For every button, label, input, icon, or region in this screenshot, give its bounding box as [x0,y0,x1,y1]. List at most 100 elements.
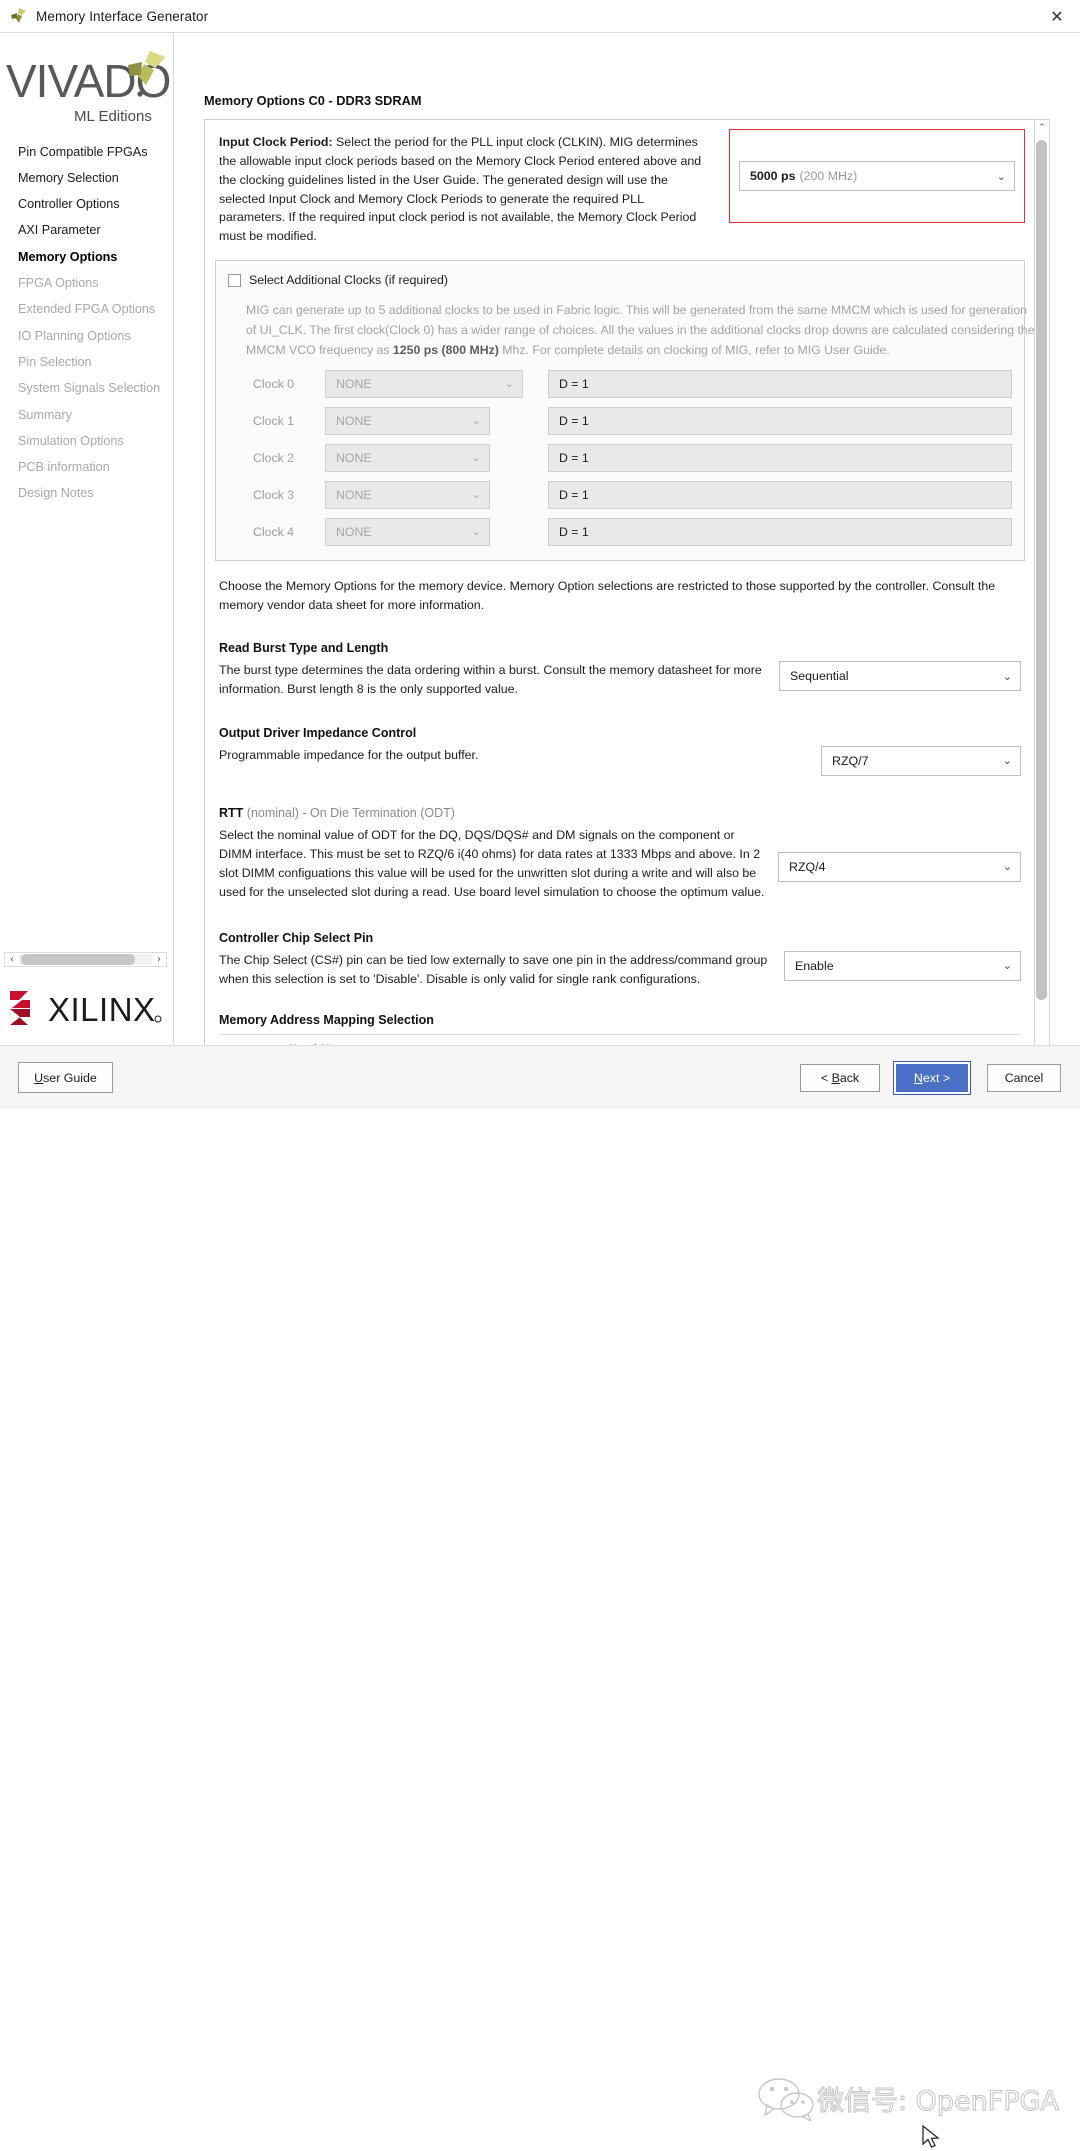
content-area: Memory Options C0 - DDR3 SDRAM Input Clo… [174,33,1080,1045]
rtt-nominal-select[interactable]: RZQ/4 ⌄ [778,852,1021,882]
sidebar-item-memory-options[interactable]: Memory Options [0,244,173,270]
scroll-up-icon[interactable]: ⌃ [1034,120,1050,136]
clock-4-value: NONE [336,525,372,539]
read-burst-description: The burst type determines the data order… [219,661,764,699]
clock-4-select: NONE ⌄ [325,518,490,546]
sidebar-item-system-signals-selection: System Signals Selection [0,376,173,402]
chevron-down-icon: ⌄ [472,414,481,427]
clock-3-value: NONE [336,488,372,502]
input-clock-period-description: Input Clock Period: Select the period fo… [215,129,715,246]
vivado-logo-icon [10,7,28,25]
clock-row-2: Clock 2 NONE ⌄ D = 1 [228,444,1012,472]
vertical-scroll-thumb[interactable] [1036,140,1047,1000]
window-titlebar: Memory Interface Generator ✕ [0,0,1080,33]
watermark-text: 微信号: OpenFPGA [817,2079,1059,2118]
additional-clocks-desc-part2: Mhz. For complete details on clocking of… [499,343,890,357]
additional-clocks-box: Select Additional Clocks (if required) M… [215,260,1025,561]
clock-2-divider-field: D = 1 [548,444,1012,472]
sidebar-item-memory-selection[interactable]: Memory Selection [0,165,173,191]
chevron-down-icon: ⌄ [472,525,481,538]
close-icon[interactable]: ✕ [1034,0,1080,33]
scroll-right-icon[interactable]: › [152,954,166,965]
clock-0-divider-field: D = 1 [548,370,1012,398]
address-mapping-divider [219,1034,1021,1035]
xilinx-brand-logo: XILINX [6,987,166,1029]
input-clock-period-select[interactable]: 5000 ps (200 MHz) ⌄ [739,161,1015,191]
user-guide-button[interactable]: User Guide [18,1062,113,1093]
sidebar-item-axi-parameter[interactable]: AXI Parameter [0,218,173,244]
output-driver-impedance-select[interactable]: RZQ/7 ⌄ [821,746,1021,776]
section-heading-output-driver: Output Driver Impedance Control [219,726,1035,740]
wechat-logo-icon [757,2077,815,2121]
sidebar-item-io-planning-options: IO Planning Options [0,323,173,349]
sidebar-item-fpga-options: FPGA Options [0,270,173,296]
page-title: Memory Options C0 - DDR3 SDRAM [204,93,422,108]
clock-row-0: Clock 0 NONE ⌄ D = 1 [228,370,1012,398]
scroll-left-icon[interactable]: ‹ [5,954,19,965]
next-button[interactable]: Next > [893,1061,971,1095]
additional-clocks-description: MIG can generate up to 5 additional cloc… [246,301,1036,361]
back-button[interactable]: < Back [800,1064,880,1092]
clock-row-1: Clock 1 NONE ⌄ D = 1 [228,407,1012,435]
panel-vertical-scrollbar[interactable]: ⌃ ⌄ [1034,119,1050,1054]
chevron-down-icon: ⌄ [505,377,514,390]
section-heading-rtt: RTT (nominal) - On Die Termination (ODT) [219,806,1035,820]
chevron-down-icon[interactable]: ⌄ [997,170,1006,183]
rtt-description: Select the nominal value of ODT for the … [219,826,769,903]
clock-1-divider-field: D = 1 [548,407,1012,435]
memory-options-intro: Choose the Memory Options for the memory… [219,577,1009,615]
sidebar-item-extended-fpga-options: Extended FPGA Options [0,297,173,323]
clock-row-4: Clock 4 NONE ⌄ D = 1 [228,518,1012,546]
controller-chip-select-pin-select[interactable]: Enable ⌄ [784,951,1021,981]
wechat-watermark: 微信号: OpenFPGA [757,2077,1077,2129]
chevron-down-icon[interactable]: ⌄ [1003,754,1012,767]
section-rtt: Select the nominal value of ODT for the … [205,826,1035,903]
svg-text:ML Editions: ML Editions [74,108,152,125]
input-clock-period-group: Input Clock Period: Select the period fo… [215,129,1025,246]
vivado-brand-logo: VIVADO ML Editions [0,33,173,125]
sidebar-item-summary: Summary [0,402,173,428]
read-burst-type-select[interactable]: Sequential ⌄ [779,661,1021,691]
chevron-down-icon[interactable]: ⌄ [1003,860,1012,873]
mouse-cursor [922,2125,942,2151]
chevron-down-icon: ⌄ [472,451,481,464]
options-panel: Input Clock Period: Select the period fo… [204,119,1036,1054]
sidebar-nav: Pin Compatible FPGAs Memory Selection Co… [0,139,173,507]
input-clock-period-text: Select the period for the PLL input cloc… [219,135,701,243]
select-additional-clocks-checkbox[interactable] [228,274,241,287]
sidebar: VIVADO ML Editions Pin Compatible FPGAs … [0,33,174,1045]
additional-clocks-vco-frequency: 1250 ps (800 MHz) [393,343,499,357]
clock-0-select: NONE ⌄ [325,370,523,398]
chevron-down-icon: ⌄ [472,488,481,501]
clock-3-label: Clock 3 [253,488,325,502]
clock-1-label: Clock 1 [253,414,325,428]
section-read-burst: The burst type determines the data order… [205,661,1035,699]
chevron-down-icon[interactable]: ⌄ [1003,959,1012,972]
rtt-nominal-value: RZQ/4 [789,860,826,874]
vertical-scroll-track[interactable] [1035,136,1049,1037]
sidebar-item-pin-compatible-fpgas[interactable]: Pin Compatible FPGAs [0,139,173,165]
input-clock-period-value: 5000 ps [750,169,795,183]
chevron-down-icon[interactable]: ⌄ [1003,670,1012,683]
rtt-heading-main: RTT [219,806,243,820]
section-heading-read-burst: Read Burst Type and Length [219,641,1035,655]
section-output-driver: Programmable impedance for the output bu… [205,746,1035,776]
sidebar-item-pin-selection: Pin Selection [0,349,173,375]
read-burst-type-value: Sequential [790,669,849,683]
sidebar-item-controller-options[interactable]: Controller Options [0,192,173,218]
select-additional-clocks-label: Select Additional Clocks (if required) [249,273,448,287]
clock-0-label: Clock 0 [253,377,325,391]
sidebar-horizontal-scrollbar[interactable]: ‹ › [4,952,167,967]
input-clock-period-frequency: (200 MHz) [799,169,857,183]
clock-0-value: NONE [336,377,372,391]
scroll-track[interactable] [19,954,152,965]
clock-1-select: NONE ⌄ [325,407,490,435]
back-label: < Back [821,1071,859,1085]
controller-chip-select-pin-value: Enable [795,959,834,973]
cancel-button[interactable]: Cancel [987,1064,1061,1092]
additional-clocks-checkbox-row[interactable]: Select Additional Clocks (if required) [228,273,1012,287]
scroll-thumb[interactable] [21,954,135,965]
sidebar-item-design-notes: Design Notes [0,481,173,507]
sidebar-item-pcb-information: PCB information [0,455,173,481]
next-label: Next > [914,1071,950,1085]
